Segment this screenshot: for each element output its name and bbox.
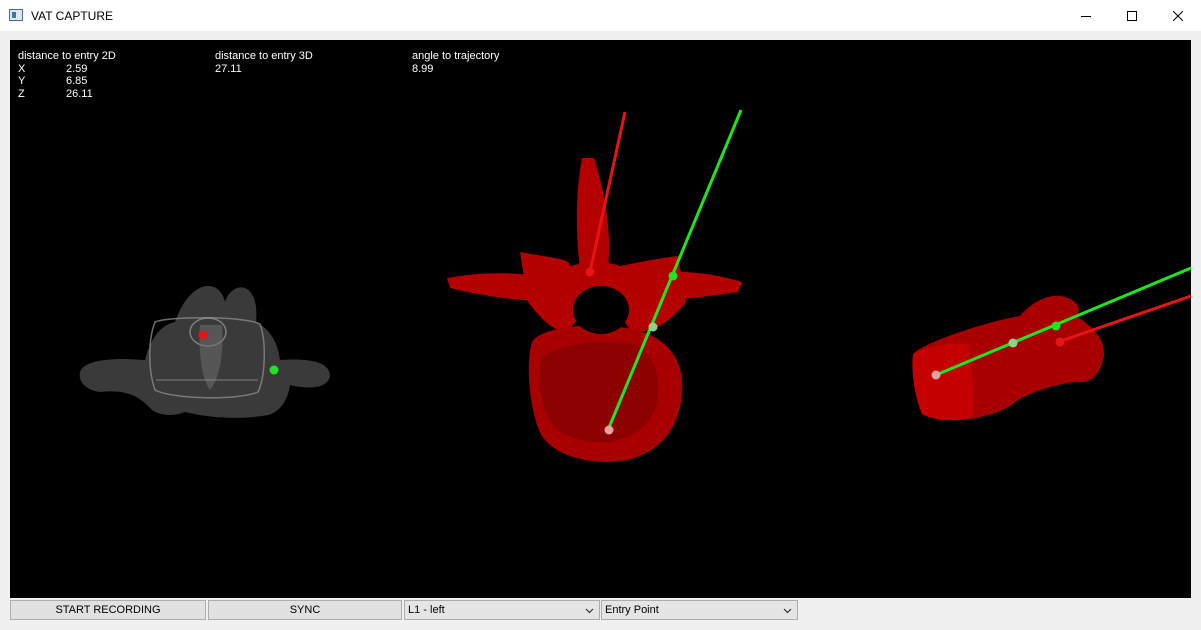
distance-2d-x-row: X 2.59 xyxy=(18,63,116,76)
red-entry-point xyxy=(585,267,595,277)
red-point-gray-view xyxy=(198,330,208,340)
distance-3d-value: 27.11 xyxy=(215,62,242,75)
close-button[interactable] xyxy=(1155,0,1201,31)
title-bar: VAT CAPTURE xyxy=(0,0,1201,31)
window-title: VAT CAPTURE xyxy=(31,9,114,23)
minimize-icon xyxy=(1081,15,1091,17)
app-icon xyxy=(9,9,23,21)
distance-2d-z-row: Z 26.11 xyxy=(18,88,116,101)
red-lateral-vertebra-face xyxy=(912,343,974,421)
start-recording-button[interactable]: START RECORDING xyxy=(10,600,206,620)
axis-label-x: X xyxy=(18,62,26,75)
lateral-view-vertebra-red xyxy=(912,295,1105,421)
distance-3d-readout: distance to entry 3D 27.11 xyxy=(215,50,313,75)
level-select-value: L1 - left xyxy=(408,604,445,616)
angle-readout: angle to trajectory 8.99 xyxy=(412,50,499,75)
green-point-mid xyxy=(648,322,658,332)
angle-label: angle to trajectory xyxy=(412,50,500,62)
point-select-value: Entry Point xyxy=(605,604,659,616)
minimize-button[interactable] xyxy=(1063,0,1109,31)
vertebra-scene xyxy=(79,109,1191,462)
axial-view-vertebra-gray xyxy=(79,285,330,418)
red-vertebra-canal xyxy=(573,286,629,334)
distance-2d-readout: distance to entry 2D X 2.59 Y 6.85 Z 26.… xyxy=(18,50,116,100)
axis-label-z: Z xyxy=(18,87,25,100)
chevron-down-icon xyxy=(585,608,594,614)
green-point-lateral-mid xyxy=(1008,338,1018,348)
red-point-lateral xyxy=(1055,337,1065,347)
pink-point-lateral xyxy=(931,370,941,380)
level-select[interactable]: L1 - left xyxy=(404,600,600,620)
distance-2d-label: distance to entry 2D xyxy=(18,50,116,62)
green-point-upper xyxy=(668,271,678,281)
3d-viewport[interactable]: distance to entry 2D X 2.59 Y 6.85 Z 26.… xyxy=(10,40,1191,598)
angle-value: 8.99 xyxy=(412,62,434,75)
distance-3d-label: distance to entry 3D xyxy=(215,50,313,62)
green-point-lateral xyxy=(1051,321,1061,331)
axis-label-y: Y xyxy=(18,75,26,87)
sync-button[interactable]: SYNC xyxy=(208,600,402,620)
distance-2d-x-value: 2.59 xyxy=(66,62,88,75)
distance-2d-z-value: 26.11 xyxy=(66,87,93,100)
distance-2d-y-row: Y 6.85 xyxy=(18,75,116,88)
maximize-button[interactable] xyxy=(1109,0,1155,31)
maximize-icon xyxy=(1127,10,1137,21)
red-vertebra-body-inner xyxy=(539,341,659,443)
green-point-gray-view xyxy=(269,365,279,375)
chevron-down-icon xyxy=(783,608,792,614)
distance-2d-y-value: 6.85 xyxy=(66,75,88,87)
pink-point-lower xyxy=(604,425,614,435)
close-icon xyxy=(1173,10,1183,21)
point-select[interactable]: Entry Point xyxy=(601,600,798,620)
sagittal-view-vertebra-red xyxy=(447,158,742,462)
